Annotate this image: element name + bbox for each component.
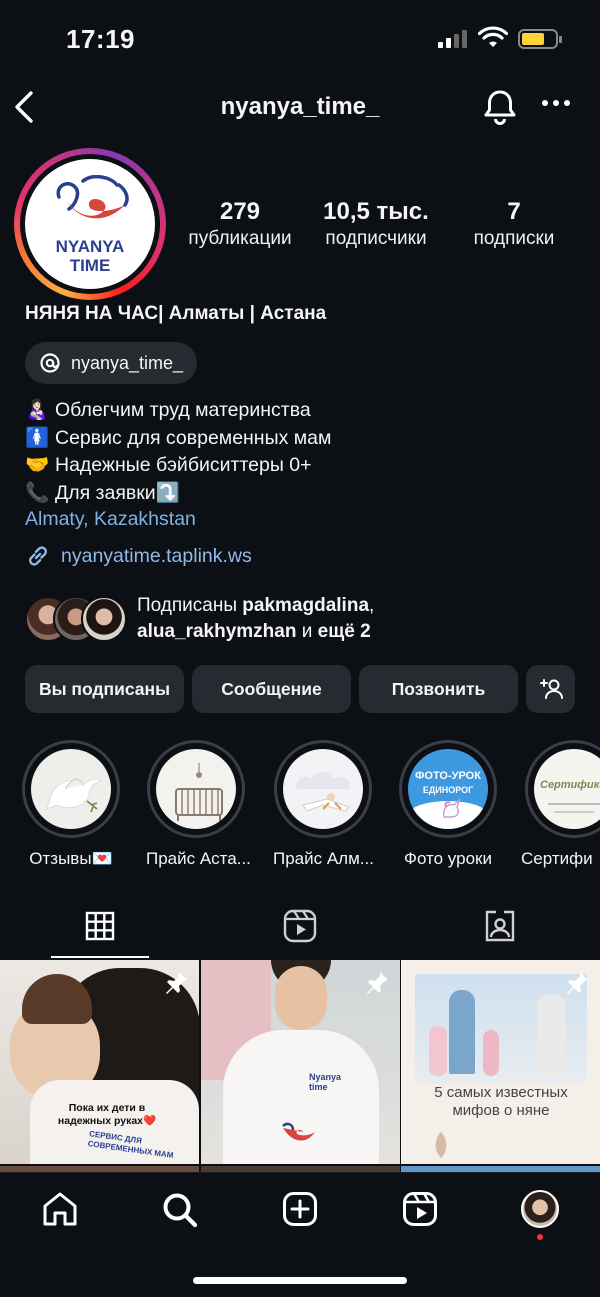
external-link[interactable]: nyanyatime.taplink.ws bbox=[25, 543, 252, 569]
highlight-price-astana[interactable]: Прайс Аста... bbox=[146, 740, 251, 869]
leaf-icon bbox=[435, 1132, 447, 1158]
pinned-icon bbox=[166, 972, 187, 994]
stat-following[interactable]: 7 подписки bbox=[458, 198, 570, 250]
followed-by-row[interactable]: Подписаны pakmagdalina, alua_rakhymzhan … bbox=[25, 593, 374, 645]
bio-line: 🤝 Надежные бэйбиситтеры 0+ bbox=[25, 454, 312, 476]
bio-line: 📞 Для заявки⤵️ bbox=[25, 481, 180, 504]
stat-followers-label: подписчики bbox=[325, 228, 427, 249]
link-icon bbox=[29, 546, 47, 566]
bio-text: 👩🏻‍🍼 Облегчим труд материнства 🚺 Сервис дл… bbox=[25, 397, 331, 507]
create-post-icon[interactable] bbox=[282, 1191, 318, 1227]
message-button[interactable]: Сообщение bbox=[192, 665, 351, 713]
highlight-photo-lessons[interactable]: ФОТО-УРОК ЕДИНОРОГ Фото уроки bbox=[398, 740, 498, 869]
highlight-label: Фото уроки bbox=[404, 849, 492, 868]
threads-icon bbox=[40, 353, 60, 373]
mutual-followers-avatars bbox=[25, 596, 127, 642]
unicorn-icon bbox=[442, 798, 461, 818]
avatar bbox=[81, 596, 127, 642]
reels-tab-icon[interactable] bbox=[283, 909, 317, 943]
highlight-cover-text: ЕДИНОРОГ bbox=[422, 785, 474, 795]
post-thumbnail[interactable]: Пока их дети в надежных руках❤️ СЕРВИС ДЛ… bbox=[0, 960, 199, 1164]
post-caption: 5 самых известных мифов о няне bbox=[434, 1084, 568, 1119]
nyanya-logo-icon bbox=[56, 175, 129, 219]
highlight-certificates[interactable]: Сертификат Сертифи bbox=[521, 740, 600, 869]
stat-posts-count: 279 bbox=[219, 198, 261, 225]
posts-grid: Пока их дети в надежных руках❤️ СЕРВИС ДЛ… bbox=[0, 960, 600, 1174]
wifi-icon bbox=[478, 26, 508, 47]
stat-posts[interactable]: 279 публикации bbox=[178, 198, 302, 250]
status-time: 17:19 bbox=[66, 24, 135, 54]
highlight-label: Прайс Аста... bbox=[146, 849, 251, 868]
battery-icon bbox=[518, 29, 562, 49]
notification-dot bbox=[537, 1234, 543, 1240]
search-icon[interactable] bbox=[161, 1191, 199, 1229]
notification-bell-icon[interactable] bbox=[482, 88, 518, 126]
highlight-price-almaty[interactable]: Прайс Алм... bbox=[273, 740, 374, 869]
cellular-signal-icon bbox=[438, 30, 467, 48]
stat-followers-count: 10,5 тыс. bbox=[323, 198, 429, 225]
more-options-icon[interactable] bbox=[541, 98, 571, 108]
bio-line: 🚺 Сервис для современных мам bbox=[25, 426, 332, 449]
highlight-label: Отзывы💌 bbox=[29, 849, 113, 868]
post-shirt-text: Nyanya time bbox=[309, 1072, 342, 1092]
brand-logo-icon bbox=[282, 1122, 315, 1141]
reels-icon[interactable] bbox=[402, 1191, 438, 1227]
profile-avatar[interactable]: NYANYA TIME bbox=[14, 148, 166, 300]
active-tab-indicator bbox=[51, 956, 149, 958]
profile-tab-avatar[interactable] bbox=[521, 1190, 559, 1228]
following-button[interactable]: Вы подписаны bbox=[25, 665, 184, 713]
dove-icon bbox=[46, 778, 102, 813]
stat-following-count: 7 bbox=[507, 198, 521, 225]
add-person-icon bbox=[539, 679, 563, 699]
highlight-cover-text: ФОТО-УРОК bbox=[415, 770, 481, 782]
tagged-tab-icon[interactable] bbox=[483, 909, 517, 943]
crib-icon bbox=[175, 763, 223, 821]
pinned-icon bbox=[567, 972, 588, 994]
location-link[interactable]: Almaty, Kazakhstan bbox=[25, 508, 196, 531]
grid-tab-icon[interactable] bbox=[85, 911, 115, 941]
stat-posts-label: публикации bbox=[188, 228, 292, 249]
highlight-cover-text: Сертификат bbox=[540, 779, 600, 791]
highlight-label: Прайс Алм... bbox=[273, 849, 374, 868]
logo-wordmark: NYANYA TIME bbox=[55, 237, 125, 275]
highlight-label: Сертифи bbox=[521, 849, 593, 868]
pinned-icon bbox=[367, 972, 388, 994]
threads-badge[interactable]: nyanya_time_ bbox=[25, 342, 198, 384]
external-link-text: nyanyatime.taplink.ws bbox=[61, 544, 252, 567]
stat-following-label: подписки bbox=[473, 228, 555, 249]
post-thumbnail[interactable]: Nyanya time bbox=[201, 960, 400, 1164]
suggested-users-button[interactable] bbox=[526, 665, 575, 713]
stat-followers[interactable]: 10,5 тыс. подписчики bbox=[312, 198, 440, 250]
highlight-reviews[interactable]: Отзывы💌 bbox=[21, 740, 121, 869]
threads-handle: nyanya_time_ bbox=[71, 352, 184, 373]
profile-display-name: НЯНЯ НА ЧАС| Алматы | Астана bbox=[25, 303, 327, 324]
call-button[interactable]: Позвонить bbox=[359, 665, 518, 713]
home-icon[interactable] bbox=[41, 1191, 79, 1227]
baby-cloud-icon bbox=[296, 771, 350, 812]
followed-by-text: Подписаны pakmagdalina, alua_rakhymzhan … bbox=[137, 595, 375, 642]
post-thumbnail[interactable]: 5 самых известных мифов о няне bbox=[401, 960, 600, 1164]
bio-line: 👩🏻‍🍼 Облегчим труд материнства bbox=[25, 399, 311, 421]
home-indicator bbox=[193, 1277, 407, 1284]
post-caption: Пока их дети в надежных руках❤️ bbox=[57, 1102, 157, 1127]
